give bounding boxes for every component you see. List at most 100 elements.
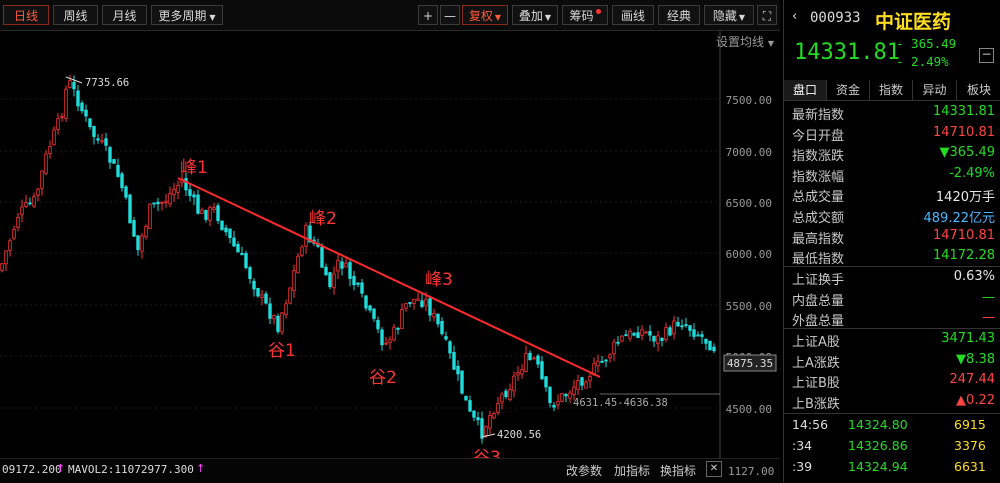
quote-panel: ‹ 000933 中证医药 14331.81 - 365.49 - 2.49% …: [783, 0, 1000, 482]
chevron-down-icon: ▼: [209, 13, 216, 22]
overlay-dropdown[interactable]: 叠加 ▼: [512, 5, 558, 25]
zoom-out-button[interactable]: —: [440, 5, 460, 25]
stat-label: 外盘总量: [792, 314, 845, 330]
candle-body: [44, 153, 48, 174]
tab-alerts[interactable]: 异动: [913, 80, 957, 100]
fuquan-label: 复权: [468, 9, 493, 23]
ma-settings-dropdown[interactable]: 设置均线 ▼: [716, 33, 774, 50]
draw-line-button[interactable]: 画线: [612, 5, 654, 25]
candlestick-chart[interactable]: 7500.00 7000.00 6500.00 6000.00 5500.00 …: [0, 30, 780, 482]
candle-body: [648, 331, 652, 336]
stat-label: 最高指数: [792, 231, 845, 247]
candle-body: [520, 369, 524, 375]
stat-row: 外盘总量 —: [784, 308, 1000, 329]
back-chevron-icon[interactable]: ‹: [792, 9, 797, 24]
stat-value: —: [982, 310, 995, 326]
candle-body: [88, 118, 92, 128]
candle-body: [460, 370, 464, 394]
add-indicator-button[interactable]: 加指标: [614, 462, 650, 479]
candle-body: [20, 206, 24, 216]
candle-body: [344, 262, 348, 268]
candle-body: [448, 341, 452, 354]
candle-body: [616, 341, 620, 344]
stat-value: ▼8.38: [956, 351, 995, 367]
notification-dot-icon: [595, 9, 601, 14]
candle-body: [56, 118, 60, 130]
tab-pankou[interactable]: 盘口: [784, 80, 827, 100]
candle-body: [236, 243, 240, 253]
candle-body: [632, 333, 636, 336]
candle-body: [548, 386, 552, 403]
candle-body: [496, 403, 500, 413]
candle-body: [612, 341, 616, 355]
candle-body: [424, 298, 428, 307]
tab-funds[interactable]: 资金: [827, 80, 870, 100]
candle-body: [360, 282, 364, 294]
candle-body: [388, 339, 392, 344]
candle-body: [296, 255, 300, 274]
stat-value: 14331.81: [932, 104, 995, 119]
period-tab-week[interactable]: 周线: [53, 5, 98, 25]
swap-indicator-button[interactable]: 换指标: [660, 462, 696, 479]
candle-body: [356, 282, 360, 285]
close-icon[interactable]: ✕: [706, 461, 722, 477]
candle-body: [588, 376, 592, 382]
chips-button[interactable]: 筹码: [562, 5, 608, 25]
tab-sectors[interactable]: 板块: [957, 80, 1000, 100]
candle-body: [120, 173, 124, 189]
candle-body: [0, 263, 4, 271]
chevron-down-icon: ▼: [767, 39, 774, 48]
candle-body: [700, 334, 704, 337]
period-tab-month[interactable]: 月线: [102, 5, 147, 25]
stat-label: 内盘总量: [792, 293, 845, 309]
candle-body: [468, 400, 472, 412]
candle-body: [4, 250, 8, 265]
classic-button[interactable]: 经典: [658, 5, 700, 25]
candle-body: [48, 146, 52, 154]
tick-price: 14324.94: [848, 459, 908, 474]
divider: [784, 100, 1000, 101]
collapse-icon[interactable]: −: [979, 48, 994, 63]
candle-body: [188, 189, 192, 196]
candle-body: [456, 365, 460, 375]
stat-row: 今日开盘 14710.81: [784, 123, 1000, 144]
candle-body: [640, 329, 644, 336]
tick-vol: 6631: [954, 459, 986, 474]
period-more-dropdown[interactable]: 更多周期 ▼: [151, 5, 223, 25]
candle-body: [248, 267, 252, 279]
period-tab-day[interactable]: 日线: [3, 5, 49, 25]
low-label: 4200.56: [497, 429, 541, 441]
candle-body: [256, 288, 260, 297]
candle-body: [80, 102, 84, 112]
candle-body: [560, 393, 564, 402]
candle-body: [608, 354, 612, 359]
trend-line[interactable]: [177, 177, 601, 378]
price-axis: 7500.00 7000.00 6500.00 6000.00 5500.00 …: [723, 94, 777, 416]
hide-dropdown[interactable]: 隐藏 ▼: [704, 5, 754, 25]
candle-body: [272, 315, 276, 320]
peak-1-annotation: 峰1: [180, 158, 208, 178]
candle-body: [676, 321, 680, 327]
fuquan-dropdown[interactable]: 复权 ▼: [462, 5, 508, 25]
candle-body: [628, 330, 632, 339]
candle-body: [192, 194, 196, 198]
candle-body: [108, 147, 112, 163]
stat-label: 上A涨跌: [792, 355, 840, 371]
candle-body: [288, 287, 292, 304]
change-param-button[interactable]: 改参数: [566, 462, 602, 479]
zoom-in-button[interactable]: +: [418, 5, 438, 25]
candle-body: [572, 386, 576, 395]
candle-body: [212, 207, 216, 211]
stat-label: 指数涨幅: [792, 169, 845, 185]
stat-label: 最低指数: [792, 252, 845, 268]
stat-row: 上证A股 3471.43: [784, 329, 1000, 350]
candle-body: [68, 80, 72, 88]
fullscreen-icon[interactable]: ⛶: [757, 5, 777, 25]
candle-body: [16, 217, 20, 228]
candle-body: [324, 266, 328, 276]
candle-body: [244, 253, 248, 268]
candle-body: [644, 331, 648, 334]
tab-index[interactable]: 指数: [870, 80, 913, 100]
candle-body: [556, 401, 560, 406]
candle-body: [484, 426, 488, 436]
